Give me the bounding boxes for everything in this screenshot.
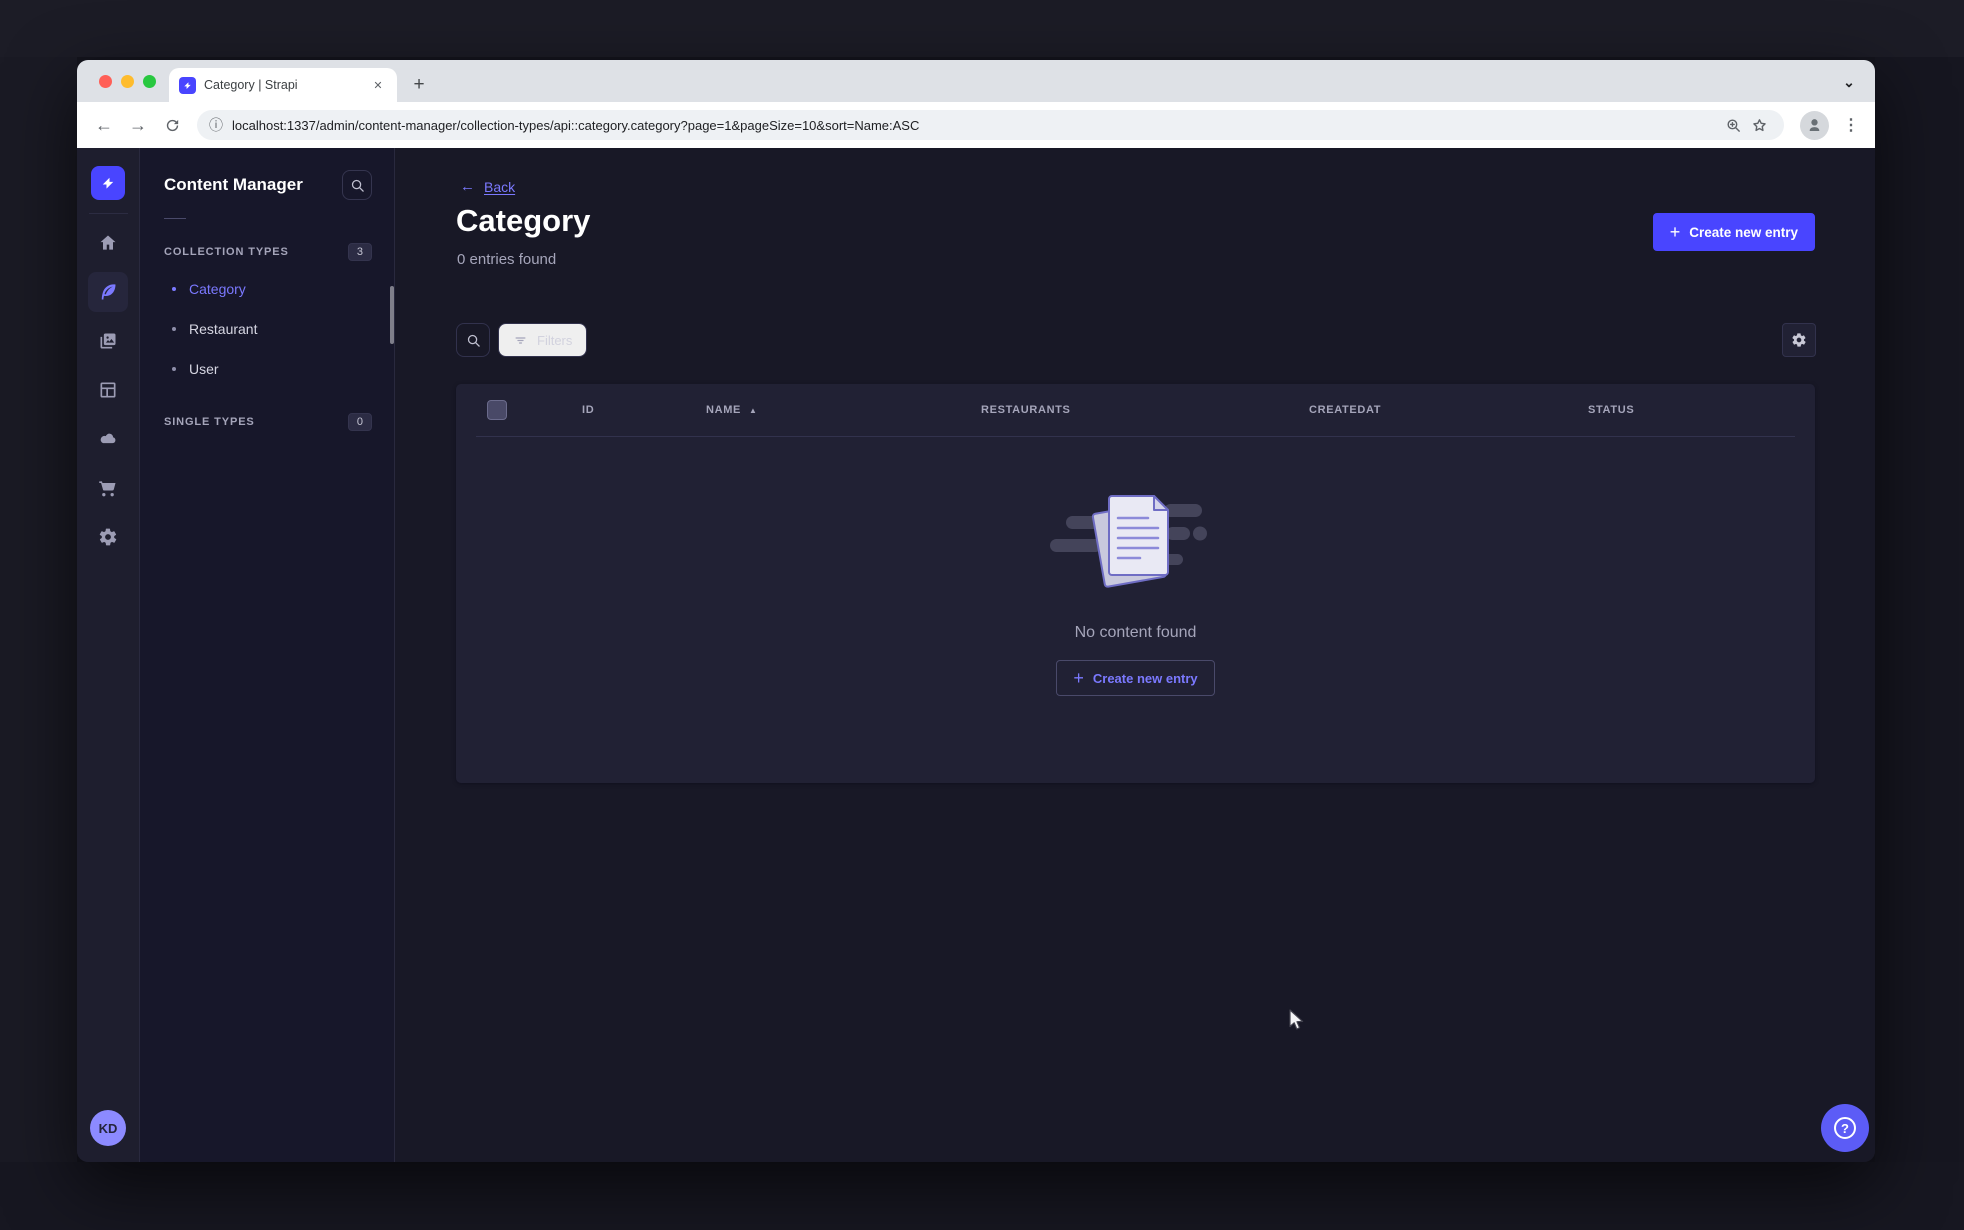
back-arrow-icon: ← (460, 178, 475, 195)
column-header-createdat[interactable]: CREATEDAT (1309, 404, 1381, 416)
new-tab-button[interactable]: + (407, 73, 431, 97)
mouse-cursor (1289, 1009, 1304, 1030)
tab-search-chevron-icon[interactable]: ⌄ (1837, 70, 1861, 94)
single-types-label: SINGLE TYPES (164, 416, 255, 428)
desktop-background (0, 57, 77, 1162)
subnav-scrollbar[interactable] (390, 286, 394, 344)
empty-state: No content found + Create new entry (456, 478, 1815, 696)
sidebar-item-category[interactable]: Category (140, 269, 394, 309)
browser-tab[interactable]: Category | Strapi ✕ (169, 68, 397, 102)
browser-toolbar: ← → ⓘ localhost:1337/admin/content-manag… (77, 102, 1875, 148)
no-content-message: No content found (1074, 624, 1197, 641)
column-header-status[interactable]: STATUS (1588, 404, 1634, 416)
collection-types-list: Category Restaurant User (140, 269, 394, 389)
column-header-restaurants[interactable]: RESTAURANTS (981, 404, 1071, 416)
strapi-logo[interactable] (91, 166, 125, 200)
content-manager-icon[interactable] (88, 272, 128, 312)
bookmark-star-icon[interactable] (1746, 112, 1772, 138)
zoom-page-icon[interactable] (1720, 112, 1746, 138)
marketplace-cart-icon[interactable] (88, 468, 128, 508)
tab-title: Category | Strapi (204, 78, 298, 92)
filter-icon (515, 336, 526, 344)
reload-button[interactable] (157, 110, 187, 140)
cloud-icon[interactable] (88, 419, 128, 459)
subnav-divider (164, 218, 186, 219)
browser-window: Category | Strapi ✕ + ⌄ ← → ⓘ localhost:… (77, 60, 1875, 1162)
address-bar[interactable]: ⓘ localhost:1337/admin/content-manager/c… (197, 110, 1784, 140)
empty-documents-illustration (1049, 495, 1207, 588)
entries-count: 0 entries found (457, 251, 557, 268)
user-avatar[interactable]: KD (90, 1110, 126, 1146)
plus-icon: + (1073, 668, 1084, 688)
strapi-favicon-icon (179, 76, 196, 94)
bullet-icon (172, 287, 176, 291)
plus-icon: + (1669, 222, 1681, 242)
header-divider (476, 436, 1795, 437)
desktop-background (1875, 57, 1964, 1162)
url-text[interactable]: localhost:1337/admin/content-manager/col… (232, 118, 1720, 133)
table-header: ID NAME ▲ RESTAURANTS CREATEDAT STATUS (456, 384, 1815, 437)
close-window-button[interactable] (99, 75, 112, 88)
column-header-name[interactable]: NAME ▲ (706, 404, 758, 416)
back-button[interactable]: ← (89, 110, 119, 140)
window-controls (99, 75, 156, 88)
forward-button[interactable]: → (123, 110, 153, 140)
sidebar-item-user[interactable]: User (140, 349, 394, 389)
single-types-count-badge: 0 (347, 413, 372, 431)
back-link[interactable]: ← Back (460, 178, 515, 195)
create-new-entry-button[interactable]: + Create new entry (1652, 213, 1815, 251)
page-title: Category (456, 203, 591, 238)
main-content: ← Back Category 0 entries found + Create… (395, 148, 1875, 1162)
media-library-icon[interactable] (88, 321, 128, 361)
tab-strip: Category | Strapi ✕ + ⌄ (77, 60, 1875, 102)
content-type-builder-icon[interactable] (88, 370, 128, 410)
help-button[interactable]: ? (1821, 1104, 1869, 1152)
bullet-icon (172, 327, 176, 331)
site-info-icon[interactable]: ⓘ (209, 115, 223, 135)
nav-rail: KD (77, 148, 140, 1162)
select-all-checkbox[interactable] (487, 400, 507, 420)
column-header-id[interactable]: ID (582, 404, 594, 416)
collection-types-count-badge: 3 (347, 243, 372, 261)
minimize-window-button[interactable] (121, 75, 134, 88)
settings-gear-icon[interactable] (88, 517, 128, 557)
view-settings-button[interactable] (1782, 323, 1816, 357)
subnav-title: Content Manager (164, 175, 303, 194)
question-mark-icon: ? (1834, 1117, 1856, 1139)
zoom-window-button[interactable] (143, 75, 156, 88)
bullet-icon (172, 367, 176, 371)
browser-profile-avatar[interactable] (1800, 110, 1829, 140)
search-entries-button[interactable] (456, 323, 490, 357)
strapi-app: KD Content Manager COLLECTION TYPES 3 Ca… (77, 148, 1875, 1162)
browser-menu-kebab-icon[interactable]: ⋮ (1839, 113, 1863, 137)
tab-close-icon[interactable]: ✕ (369, 76, 387, 94)
sort-ascending-icon: ▲ (749, 405, 758, 415)
entries-table: ID NAME ▲ RESTAURANTS CREATEDAT STATUS N… (456, 384, 1815, 783)
collection-types-label: COLLECTION TYPES (164, 246, 289, 258)
desktop-background (0, 0, 1964, 57)
home-icon[interactable] (88, 223, 128, 263)
empty-create-new-entry-button[interactable]: + Create new entry (1056, 660, 1215, 696)
sidebar-item-restaurant[interactable]: Restaurant (140, 309, 394, 349)
content-manager-subnav: Content Manager COLLECTION TYPES 3 Categ… (140, 148, 395, 1162)
filters-button[interactable]: Filters (498, 323, 588, 357)
desktop-background (0, 1162, 1964, 1230)
subnav-search-button[interactable] (342, 170, 372, 200)
rail-divider (88, 213, 128, 214)
